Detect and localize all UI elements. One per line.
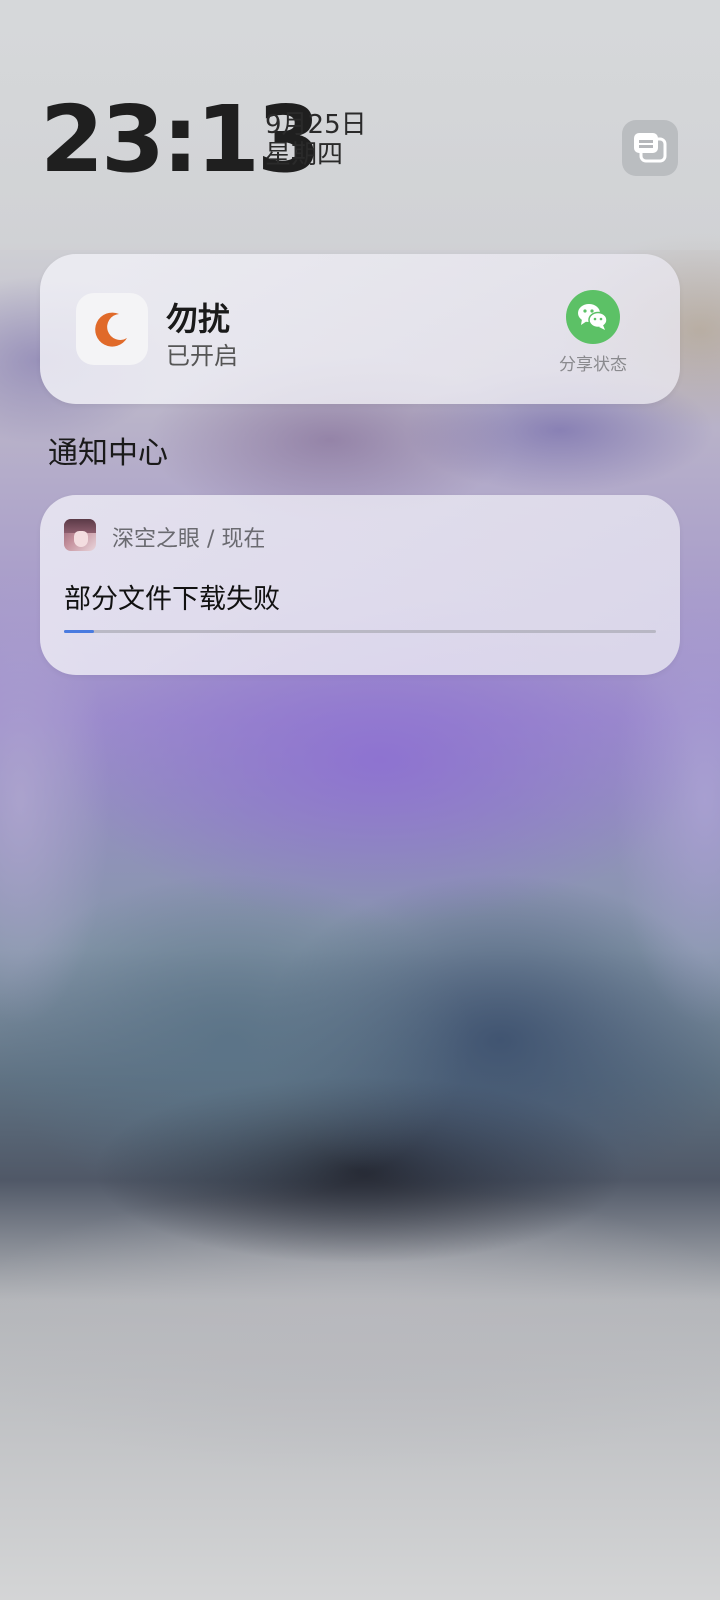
app-icon [64,519,96,551]
dnd-status-card[interactable]: 勿扰 已开启 分享状态 [40,254,680,404]
download-progress-fill [64,630,94,633]
lockscreen-weekday: 星期四 [265,140,344,170]
moon-icon [95,312,127,347]
dnd-status: 已开启 [166,342,238,370]
share-status-label: 分享状态 [559,355,627,375]
notification-message: 部分文件下载失败 [64,584,280,615]
notification-toggle-button[interactable] [622,120,678,176]
notification-separator: / [200,527,222,552]
share-status-button[interactable] [566,290,620,344]
dnd-app-icon [76,293,148,365]
notification-card[interactable]: 深空之眼 / 现在 部分文件下载失败 [40,495,680,675]
stacked-cards-icon [634,133,667,163]
notification-meta: 深空之眼 / 现在 [112,521,265,553]
wechat-icon [578,304,608,330]
dnd-title: 勿扰 [166,300,231,338]
download-progress-bar [64,630,656,633]
notification-app-name: 深空之眼 [112,527,201,552]
notification-center-title: 通知中心 [48,436,168,471]
lockscreen-date: 9月25日 [265,110,367,140]
notification-time: 现在 [221,527,266,552]
lockscreen-date-block: 9月25日 星期四 [265,110,367,170]
